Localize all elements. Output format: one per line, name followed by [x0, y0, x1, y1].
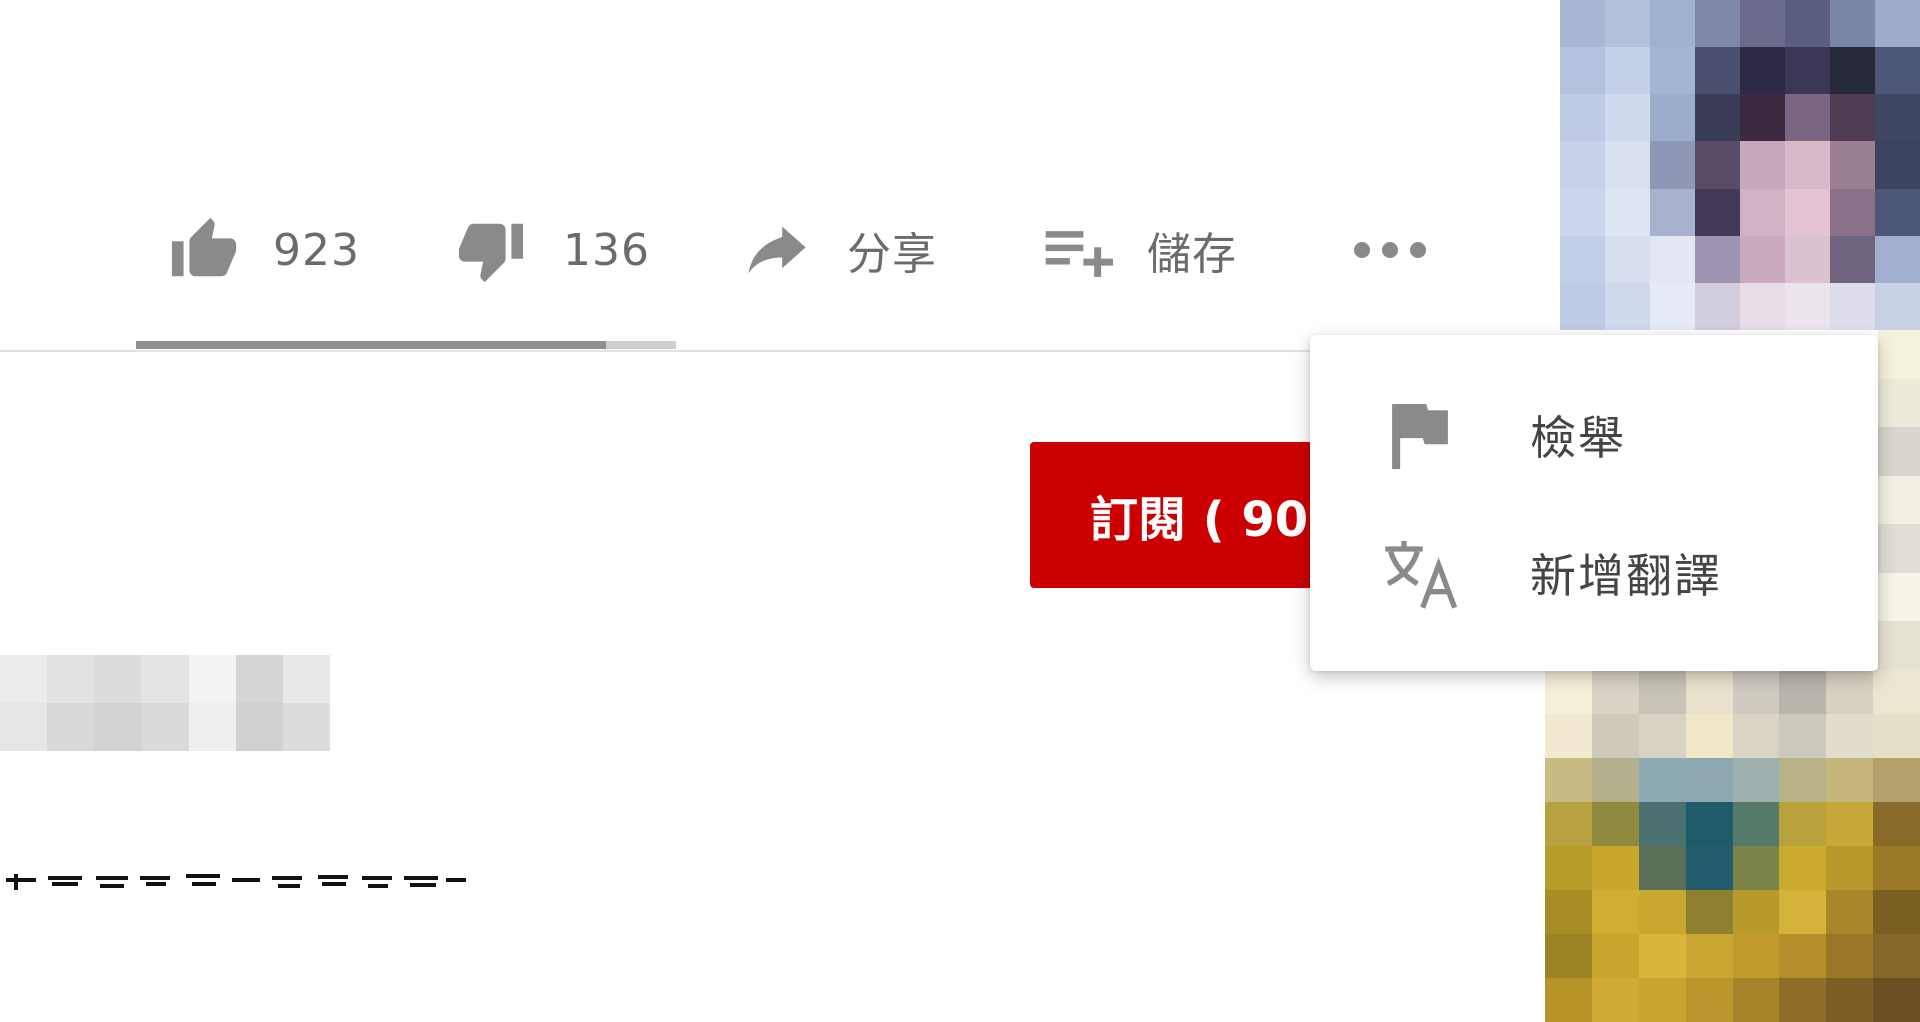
share-button[interactable]: 分享 — [745, 200, 937, 300]
blurred-thumbnail-top — [1560, 0, 1920, 330]
flag-icon — [1380, 395, 1460, 475]
thumbs-up-icon — [165, 215, 243, 285]
video-page: 923 136 分享 儲存 訂閱 (90 檢舉 新增翻譯 — [0, 0, 1920, 1022]
blurred-thumbnail-edge — [1878, 330, 1920, 670]
sentiment-bar-fill — [136, 341, 606, 349]
more-actions-menu: 檢舉 新增翻譯 — [1310, 335, 1878, 671]
save-button[interactable]: 儲存 — [1043, 200, 1237, 300]
menu-item-label: 檢舉 — [1530, 411, 1626, 465]
thumbs-down-icon — [452, 215, 530, 285]
sentiment-bar — [136, 341, 676, 349]
like-count: 923 — [273, 224, 360, 276]
divider — [0, 350, 1315, 352]
translate-icon — [1380, 533, 1460, 613]
blurred-thumbnail-bottom — [1545, 670, 1920, 1022]
obscured-description-text — [6, 874, 466, 890]
dislike-button[interactable]: 136 — [452, 200, 650, 300]
menu-item-report[interactable]: 檢舉 — [1310, 365, 1878, 505]
more-horiz-icon — [1352, 240, 1428, 260]
share-arrow-icon — [745, 224, 809, 276]
like-button[interactable]: 923 — [165, 200, 360, 300]
blurred-channel-info — [0, 655, 330, 751]
share-label: 分享 — [847, 229, 937, 280]
more-actions-button[interactable] — [1350, 200, 1430, 300]
dislike-count: 136 — [563, 224, 650, 276]
menu-item-add-translation[interactable]: 新增翻譯 — [1310, 503, 1878, 643]
menu-item-label: 新增翻譯 — [1530, 549, 1722, 603]
playlist-add-icon — [1043, 223, 1113, 277]
save-label: 儲存 — [1147, 229, 1237, 280]
